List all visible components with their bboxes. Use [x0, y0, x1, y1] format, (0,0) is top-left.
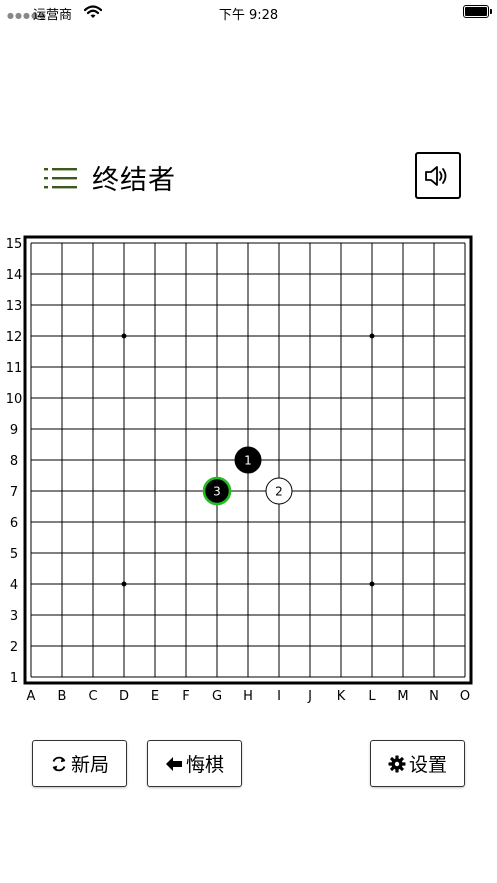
row-label: 9: [10, 423, 18, 438]
refresh-icon: [52, 756, 66, 771]
column-label: C: [88, 689, 97, 704]
row-label: 7: [10, 485, 18, 500]
arrow-left-icon: [165, 756, 182, 771]
column-label: H: [243, 689, 253, 704]
gear-icon: [388, 755, 406, 772]
row-label: 10: [6, 392, 23, 407]
column-label: G: [212, 689, 222, 704]
row-label: 2: [10, 640, 18, 655]
row-label: 8: [10, 454, 18, 469]
row-label: 1: [10, 671, 18, 686]
column-label: L: [368, 689, 376, 704]
page-title: 终结者: [92, 165, 176, 196]
column-label: I: [277, 689, 281, 704]
undo-label: 悔棋: [185, 754, 224, 776]
row-label: 12: [6, 330, 23, 345]
star-point: [121, 581, 127, 587]
column-label: E: [151, 689, 159, 704]
status-bar: ●●●●● 运营商 下午 9:28: [0, 0, 497, 26]
column-label: F: [182, 689, 189, 704]
column-label: B: [58, 689, 67, 704]
column-label: O: [460, 689, 470, 704]
stone-number: 2: [275, 485, 283, 499]
stone-number: 1: [244, 454, 252, 468]
list-icon[interactable]: [44, 165, 78, 191]
new-game-button[interactable]: 新局: [32, 740, 127, 787]
star-point: [369, 333, 375, 339]
settings-label: 设置: [408, 754, 447, 776]
stone-number: 3: [213, 485, 221, 499]
column-label: N: [429, 689, 439, 704]
star-point: [369, 581, 375, 587]
undo-button[interactable]: 悔棋: [147, 740, 242, 787]
row-label: 15: [6, 237, 23, 252]
game-board[interactable]: A B C D E F G H I J K L M N O123456789101112131415123: [0, 230, 497, 710]
row-label: 6: [10, 516, 18, 531]
new-game-label: 新局: [70, 754, 109, 776]
speaker-icon: [425, 165, 447, 186]
settings-button[interactable]: 设置: [370, 740, 465, 787]
row-label: 3: [10, 609, 18, 624]
row-label: 5: [10, 547, 18, 562]
column-label: J: [307, 689, 312, 704]
battery-icon: [463, 5, 492, 18]
row-label: 13: [6, 299, 23, 314]
sound-toggle-button[interactable]: [415, 152, 461, 199]
column-label: D: [119, 689, 129, 704]
row-label: 14: [6, 268, 23, 283]
row-label: 11: [6, 361, 23, 376]
clock-time: 下午 9:28: [218, 8, 279, 23]
column-label: K: [337, 689, 346, 704]
row-label: 4: [10, 578, 18, 593]
star-point: [121, 333, 127, 339]
column-label: M: [397, 689, 408, 704]
column-label: A: [27, 689, 36, 704]
